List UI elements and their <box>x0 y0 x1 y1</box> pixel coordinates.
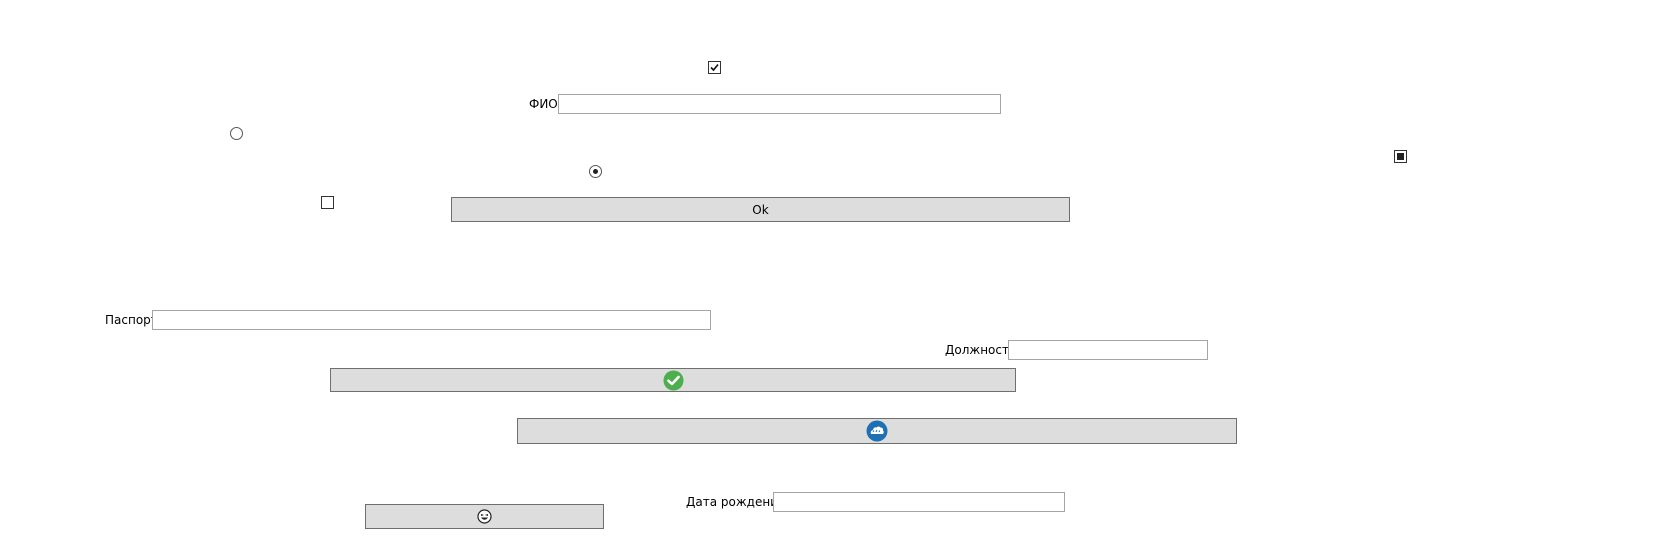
ok-button[interactable]: Ok <box>451 197 1070 222</box>
laughing-face-icon <box>477 509 492 524</box>
fio-input[interactable] <box>558 94 1001 114</box>
checkbox-unchecked[interactable] <box>321 196 334 209</box>
position-label: Должность <box>945 343 1017 357</box>
emoji-button[interactable] <box>365 504 604 529</box>
green-check-circle-icon <box>663 370 683 390</box>
position-input[interactable] <box>1008 340 1208 360</box>
birth-date-label: Дата рождения <box>686 495 786 509</box>
radio-dot-icon <box>593 169 598 174</box>
indeterminate-square-icon <box>1397 153 1404 160</box>
birth-date-input[interactable] <box>773 492 1065 512</box>
checkmark-icon <box>710 63 719 72</box>
passport-input[interactable] <box>152 310 711 330</box>
checkbox-checked[interactable] <box>708 61 721 74</box>
passport-label: Паспорт <box>105 313 158 327</box>
blue-cloud-icon <box>866 420 888 442</box>
cloud-button[interactable] <box>517 418 1237 444</box>
fio-label: ФИО <box>529 97 558 111</box>
radio-button-unselected[interactable] <box>230 127 243 140</box>
confirm-button[interactable] <box>330 368 1016 392</box>
radio-button-selected[interactable] <box>589 165 602 178</box>
checkbox-indeterminate[interactable] <box>1394 150 1407 163</box>
